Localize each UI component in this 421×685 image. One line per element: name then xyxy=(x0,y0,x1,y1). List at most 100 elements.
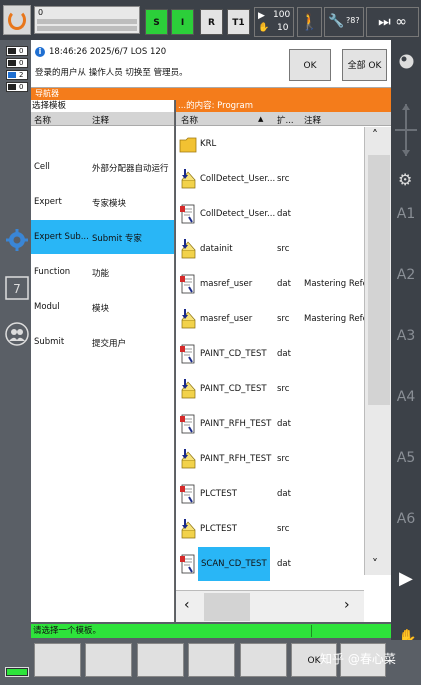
folder-icon xyxy=(179,133,197,155)
file-name: PLCTEST xyxy=(200,489,237,499)
drives-status-button[interactable]: I xyxy=(171,9,194,35)
file-row[interactable]: PAINT_RFH_TEST dat xyxy=(176,407,364,441)
operating-mode-button[interactable]: T1 xyxy=(227,9,250,35)
file-extension: dat xyxy=(277,279,291,289)
svg-text:7: 7 xyxy=(13,282,21,296)
file-extension: src xyxy=(277,314,290,324)
navigator-title: 导航器 xyxy=(31,88,391,100)
template-name: Cell xyxy=(34,162,50,172)
message-indicator-status[interactable]: 0 xyxy=(6,58,28,68)
file-row[interactable]: CollDetect_User... dat xyxy=(176,197,364,231)
walking-person-icon[interactable]: 🚶 xyxy=(297,7,322,37)
scroll-up-icon[interactable]: ˄ xyxy=(372,128,378,142)
file-name: PAINT_CD_TEST xyxy=(200,384,267,394)
file-name: datainit xyxy=(200,244,233,254)
data-file-icon xyxy=(179,273,197,295)
scroll-left-icon[interactable]: ‹ xyxy=(184,597,190,613)
kuka-logo-button[interactable] xyxy=(3,5,31,35)
message-indicator-info[interactable]: 2 xyxy=(6,70,28,80)
axis-a1-label[interactable]: A1 xyxy=(391,206,421,222)
softkey-1[interactable] xyxy=(34,643,81,677)
softkey-3[interactable] xyxy=(137,643,184,677)
file-row[interactable]: masref_user dat Mastering Refer xyxy=(176,267,364,301)
template-row[interactable]: Modul 模块 xyxy=(31,290,174,324)
template-comment: 模块 xyxy=(92,304,110,314)
vertical-scrollbar[interactable]: ˄ ˅ xyxy=(364,127,391,575)
start-icon[interactable]: ▶ xyxy=(399,568,413,589)
gear-icon[interactable] xyxy=(5,228,29,252)
template-row[interactable]: Submit 提交用户 xyxy=(31,325,174,359)
softkey-4[interactable] xyxy=(188,643,235,677)
template-comment: Submit 专家 xyxy=(92,234,142,244)
jog-arrows-icon[interactable] xyxy=(393,102,419,158)
incremental-mode-button[interactable]: ⏭ ∞ xyxy=(366,7,419,37)
axis-a4-label[interactable]: A4 xyxy=(391,389,421,405)
data-file-icon xyxy=(179,343,197,365)
file-extension: src xyxy=(277,454,290,464)
softkey-bar: OK 知乎 @春心菜 xyxy=(0,640,421,685)
file-row[interactable]: PLCTEST dat xyxy=(176,477,364,511)
file-extension: src xyxy=(277,384,290,394)
left-rail: 0 0 2 0 7 xyxy=(0,40,31,665)
scroll-down-icon[interactable]: ˅ xyxy=(372,557,378,571)
right-rail: ⚙ A1 A2 A3 A4 A5 A6 ▶ ✋ xyxy=(391,40,421,665)
file-row[interactable]: PLCTEST src xyxy=(176,512,364,546)
template-row[interactable]: Expert Sub... Submit 专家 xyxy=(31,220,174,254)
file-row[interactable]: datainit src xyxy=(176,232,364,266)
scroll-right-icon[interactable]: › xyxy=(344,597,350,613)
file-row[interactable]: PAINT_CD_TEST src xyxy=(176,372,364,406)
template-row[interactable]: Expert 专家模块 xyxy=(31,185,174,219)
axis-a2-label[interactable]: A2 xyxy=(391,267,421,283)
file-extension: src xyxy=(277,244,290,254)
file-row[interactable]: PAINT_RFH_TEST src xyxy=(176,442,364,476)
robot-jog-icon[interactable]: ⚙ xyxy=(398,170,412,189)
file-extension: src xyxy=(277,524,290,534)
axis-a5-label[interactable]: A5 xyxy=(391,450,421,466)
file-extension: dat xyxy=(277,209,291,219)
submit-status-button[interactable]: S xyxy=(145,9,168,35)
status-text: 请选择一个模板。 xyxy=(33,626,102,636)
progress-value: 0 xyxy=(38,8,44,17)
file-extension: dat xyxy=(277,489,291,499)
content-panel-title: ...的内容: Program xyxy=(176,100,391,112)
sort-arrow-icon[interactable]: ▲ xyxy=(258,115,263,123)
source-file-icon xyxy=(179,378,197,400)
axis-a3-label[interactable]: A3 xyxy=(391,328,421,344)
softkey-2[interactable] xyxy=(85,643,132,677)
file-comment: Mastering Refer xyxy=(304,279,364,289)
message-indicator-wait[interactable]: 0 xyxy=(6,82,28,92)
template-row[interactable]: Function 功能 xyxy=(31,255,174,289)
axis-a6-label[interactable]: A6 xyxy=(391,511,421,527)
horizontal-scrollbar[interactable]: ‹ › xyxy=(176,590,364,622)
hand-icon: ✋ xyxy=(258,23,270,33)
robot-interpreter-button[interactable]: R xyxy=(200,9,223,35)
file-row[interactable]: masref_user src Mastering Refer xyxy=(176,302,364,336)
tool-base-button[interactable]: 🔧 ?8? xyxy=(324,7,364,37)
override-button[interactable]: ▶ 100 ✋ 10 xyxy=(254,7,294,37)
user-group-icon[interactable] xyxy=(5,322,29,346)
source-file-icon xyxy=(179,518,197,540)
horizontal-scroll-thumb[interactable] xyxy=(204,593,250,621)
submit-interpreter-status[interactable]: 0 xyxy=(34,6,140,34)
template-name: Submit xyxy=(34,337,65,347)
file-name: PLCTEST xyxy=(200,524,237,534)
message-indicator-ack[interactable]: 0 xyxy=(6,46,28,56)
file-name: KRL xyxy=(200,139,217,149)
file-row[interactable]: KRL xyxy=(176,127,364,161)
ok-button[interactable]: OK xyxy=(289,49,331,81)
template-name: Modul xyxy=(34,302,60,312)
keypad-icon[interactable]: 7 xyxy=(5,276,29,300)
softkey-5[interactable] xyxy=(240,643,287,677)
file-row[interactable]: CollDetect_User... src xyxy=(176,162,364,196)
file-row[interactable]: PAINT_CD_TEST dat xyxy=(176,337,364,371)
file-name: masref_user xyxy=(200,314,253,324)
space-mouse-icon[interactable] xyxy=(398,53,415,70)
file-extension: dat xyxy=(277,349,291,359)
file-extension: dat xyxy=(277,559,291,569)
file-row[interactable]: SCAN_CD_TEST dat xyxy=(176,547,364,581)
template-row[interactable]: Cell 外部分配器自动运行 xyxy=(31,150,174,184)
all-ok-button[interactable]: 全部 OK xyxy=(342,49,387,81)
vertical-scroll-thumb[interactable] xyxy=(368,155,390,405)
file-comment: Mastering Refer xyxy=(304,314,364,324)
data-file-icon xyxy=(179,483,197,505)
